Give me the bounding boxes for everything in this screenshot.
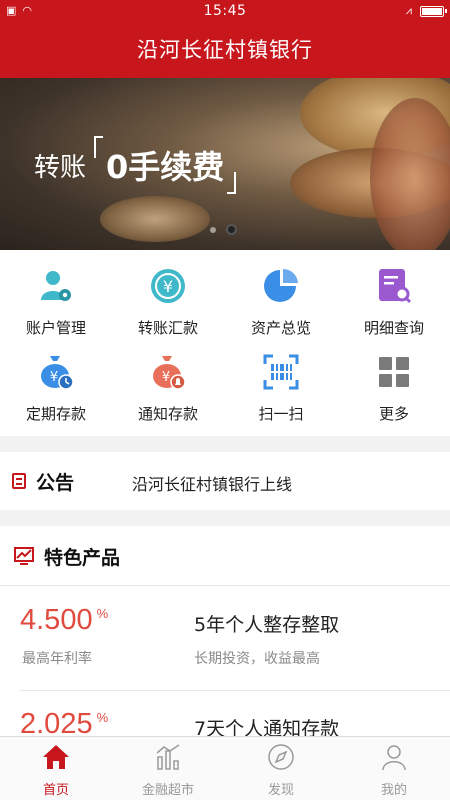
announcement-bar[interactable]: 公告 沿河长征村镇银行上线 xyxy=(0,452,450,510)
user-icon xyxy=(382,745,406,771)
money-bag-clock-icon: ¥ xyxy=(41,356,74,390)
action-more[interactable]: 更多 xyxy=(338,336,450,423)
action-notice-deposit[interactable]: ¥ 通知存款 xyxy=(112,336,224,423)
announcement-title: 公告 xyxy=(36,472,75,494)
action-label: 扫一扫 xyxy=(258,405,304,423)
action-assets-overview[interactable]: 资产总览 xyxy=(225,250,337,337)
compass-icon xyxy=(268,744,294,770)
tab-label: 我的 xyxy=(380,783,407,798)
trend-chart-icon xyxy=(14,547,34,565)
product-rate: 4.500% xyxy=(20,604,108,637)
quick-actions-grid: 账户管理 ¥ 转账汇款 资产总览 明细查询 ¥ 定期存款 ¥ 通知存款 扫一扫 … xyxy=(0,250,450,436)
tab-discover[interactable]: 发现 xyxy=(225,737,337,800)
bottom-tab-bar: 首页 金融超市 发现 我的 xyxy=(0,736,450,800)
signal-icon: ⩘ xyxy=(405,4,412,17)
banner-headline: 转账 0手续费 xyxy=(34,136,237,194)
document-search-icon xyxy=(379,269,412,304)
action-label: 通知存款 xyxy=(137,405,198,423)
status-bar: ▣ ◠ 15:45 ⩘ xyxy=(0,0,450,22)
home-icon xyxy=(43,745,69,769)
action-label: 定期存款 xyxy=(25,405,86,423)
pie-chart-icon xyxy=(264,268,298,302)
bar-chart-icon xyxy=(156,744,180,770)
action-scan[interactable]: 扫一扫 xyxy=(225,336,337,423)
money-bag-bell-icon: ¥ xyxy=(153,356,186,390)
promo-banner[interactable]: 转账 0手续费 xyxy=(0,78,450,250)
product-name: 7天个人通知存款 xyxy=(194,718,340,736)
product-rate-label: 最高年利率 xyxy=(22,651,92,667)
scan-icon xyxy=(263,354,299,390)
banner-text-main: 0手续费 xyxy=(94,136,237,194)
page-title: 沿河长征村镇银行 xyxy=(0,22,450,78)
products-header: 特色产品 xyxy=(0,526,450,586)
tab-label: 金融超市 xyxy=(141,783,194,798)
product-rate-value: 4.500 xyxy=(20,604,93,636)
banner-text-main-value: 0手续费 xyxy=(106,148,225,186)
action-label: 更多 xyxy=(378,405,409,423)
bracket-left xyxy=(94,136,104,158)
product-desc: 长期投资，收益最高 xyxy=(194,651,320,667)
action-account-manage[interactable]: 账户管理 xyxy=(0,250,112,337)
products-title: 特色产品 xyxy=(44,547,121,569)
action-label: 明细查询 xyxy=(363,319,424,337)
more-grid-icon xyxy=(379,357,409,387)
product-rate-value: 2.025 xyxy=(20,708,93,736)
featured-products: 特色产品 4.500% 最高年利率 5年个人整存整取 长期投资，收益最高 2.0… xyxy=(0,526,450,736)
carousel-indicators xyxy=(210,224,237,235)
action-label: 资产总览 xyxy=(250,319,311,337)
tab-mine[interactable]: 我的 xyxy=(338,737,450,800)
product-rate-unit: % xyxy=(96,710,109,726)
svg-text:¥: ¥ xyxy=(163,277,173,296)
product-rate-unit: % xyxy=(96,606,109,622)
action-fixed-deposit[interactable]: ¥ 定期存款 xyxy=(0,336,112,423)
svg-text:¥: ¥ xyxy=(162,370,170,385)
tab-home[interactable]: 首页 xyxy=(0,737,112,800)
tab-label: 发现 xyxy=(267,783,294,798)
banner-text-prefix: 转账 xyxy=(34,152,87,183)
tab-label: 首页 xyxy=(42,783,69,798)
battery-icon xyxy=(420,5,447,17)
status-time: 15:45 xyxy=(203,3,247,19)
product-item[interactable]: 2.025% 7天个人通知存款 xyxy=(0,690,450,736)
status-right: ⩘ xyxy=(405,4,447,18)
coin-decoration xyxy=(100,196,210,242)
coin-decoration xyxy=(370,98,450,250)
account-manage-icon xyxy=(41,271,71,301)
product-name: 5年个人整存整取 xyxy=(194,614,340,636)
svg-text:¥: ¥ xyxy=(50,370,58,385)
transfer-yuan-icon: ¥ xyxy=(151,269,185,303)
announcement-text[interactable]: 沿河长征村镇银行上线 xyxy=(132,471,292,495)
action-transfer[interactable]: ¥ 转账汇款 xyxy=(112,250,224,337)
action-detail-query[interactable]: 明细查询 xyxy=(338,250,450,337)
product-rate: 2.025% xyxy=(20,708,108,736)
action-label: 账户管理 xyxy=(25,319,86,337)
bracket-right xyxy=(227,172,237,194)
action-label: 转账汇款 xyxy=(137,319,198,337)
carousel-dot-active[interactable] xyxy=(226,224,237,235)
product-item[interactable]: 4.500% 最高年利率 5年个人整存整取 长期投资，收益最高 xyxy=(0,586,450,690)
announcement-icon xyxy=(12,473,26,489)
carousel-dot[interactable] xyxy=(210,226,216,233)
tab-finance-market[interactable]: 金融超市 xyxy=(112,737,224,800)
